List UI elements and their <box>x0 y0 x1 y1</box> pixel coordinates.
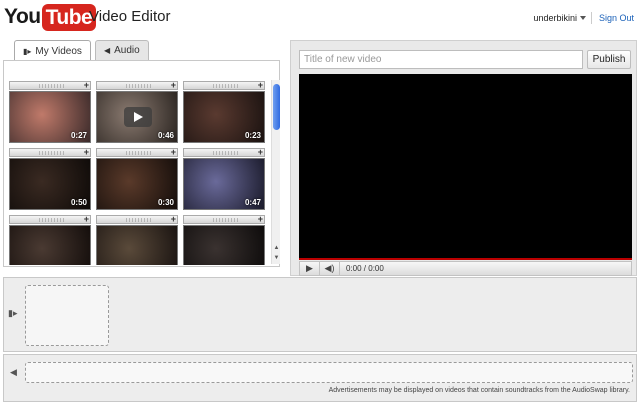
grip-icon <box>125 84 151 88</box>
grip-icon <box>38 151 64 155</box>
media-tabs: ▮▸ My Videos ◀ Audio <box>14 40 153 61</box>
drag-handle[interactable]: + <box>96 214 178 224</box>
video-thumbnail[interactable]: + <box>96 214 178 265</box>
drag-handle[interactable]: + <box>96 80 178 90</box>
add-to-timeline-icon[interactable]: + <box>171 147 176 157</box>
playback-time: 0:00 / 0:00 <box>346 264 384 273</box>
drag-handle[interactable]: + <box>9 80 91 90</box>
video-timeline: ▮▸ <box>3 277 637 352</box>
grip-icon <box>125 151 151 155</box>
add-to-timeline-icon[interactable]: + <box>84 80 89 90</box>
video-thumbnail[interactable]: +0:46 <box>96 80 178 143</box>
page-title: Video Editor <box>89 8 171 25</box>
thumbnail-image[interactable] <box>9 225 91 265</box>
add-to-timeline-icon[interactable]: + <box>84 147 89 157</box>
video-thumbnail[interactable]: +0:23 <box>183 80 265 143</box>
volume-icon[interactable]: ◀) <box>320 262 340 275</box>
grip-icon <box>212 84 238 88</box>
video-title-input[interactable] <box>299 50 583 69</box>
thumbnail-duration: 0:47 <box>244 198 261 207</box>
sign-out-link[interactable]: Sign Out <box>599 13 634 23</box>
thumbnail-duration: 0:50 <box>70 198 87 207</box>
video-thumbnail[interactable]: + <box>183 214 265 265</box>
grip-icon <box>212 218 238 222</box>
video-thumbnail[interactable]: +0:50 <box>9 147 91 210</box>
thumbnail-image[interactable] <box>183 225 265 265</box>
user-menu: underbikini Sign Out <box>533 12 634 24</box>
tab-my-videos[interactable]: ▮▸ My Videos <box>14 40 91 61</box>
scroll-down-arrow-icon[interactable]: ▼ <box>273 255 280 263</box>
video-preview[interactable] <box>299 74 632 260</box>
grip-icon <box>212 151 238 155</box>
video-camera-icon: ▮▸ <box>23 46 32 56</box>
video-thumbnail[interactable]: + <box>9 214 91 265</box>
audio-timeline: ◀ Advertisements may be displayed on vid… <box>3 354 637 402</box>
my-videos-panel: +0:27 +0:46 +0:23 +0:50 +0:30 +0:47 + + + ▲ ▼ <box>3 60 280 267</box>
add-to-timeline-icon[interactable]: + <box>171 214 176 224</box>
video-drop-slot[interactable] <box>25 285 109 346</box>
thumbnail-image[interactable]: 0:50 <box>9 158 91 210</box>
thumbnail-duration: 0:27 <box>70 131 87 140</box>
scrollbar-thumb[interactable] <box>273 84 280 130</box>
youtube-logo[interactable]: You Tube <box>4 3 97 31</box>
drag-handle[interactable]: + <box>96 147 178 157</box>
grip-icon <box>125 218 151 222</box>
add-to-timeline-icon[interactable]: + <box>84 214 89 224</box>
drag-handle[interactable]: + <box>9 214 91 224</box>
divider <box>590 12 592 24</box>
scroll-up-arrow-icon[interactable]: ▲ <box>273 245 280 253</box>
play-overlay-icon[interactable] <box>124 107 152 127</box>
video-thumbnail[interactable]: +0:47 <box>183 147 265 210</box>
thumbnail-scrollbar[interactable]: ▲ ▼ <box>271 80 280 264</box>
drag-handle[interactable]: + <box>9 147 91 157</box>
username-link[interactable]: underbikini <box>533 13 577 23</box>
drag-handle[interactable]: + <box>183 214 265 224</box>
grip-icon <box>38 84 64 88</box>
chevron-down-icon[interactable] <box>579 16 586 20</box>
video-camera-icon: ▮▸ <box>8 308 18 318</box>
thumbnail-image[interactable]: 0:47 <box>183 158 265 210</box>
video-thumbnail[interactable]: +0:30 <box>96 147 178 210</box>
drag-handle[interactable]: + <box>183 147 265 157</box>
logo-you-text: You <box>4 5 41 28</box>
thumbnail-image[interactable]: 0:27 <box>9 91 91 143</box>
thumbnail-duration: 0:30 <box>157 198 174 207</box>
thumbnail-image[interactable] <box>96 225 178 265</box>
video-editor-page: You Tube Video Editor underbikini Sign O… <box>0 0 640 405</box>
thumbnail-duration: 0:46 <box>157 131 174 140</box>
play-icon[interactable]: ▶ <box>300 262 320 275</box>
speaker-icon: ◀ <box>10 367 17 377</box>
tab-audio[interactable]: ◀ Audio <box>94 40 149 60</box>
video-thumbnail[interactable]: +0:27 <box>9 80 91 143</box>
tab-label: My Videos <box>35 45 82 57</box>
drag-handle[interactable]: + <box>183 80 265 90</box>
add-to-timeline-icon[interactable]: + <box>258 214 263 224</box>
grip-icon <box>38 218 64 222</box>
add-to-timeline-icon[interactable]: + <box>258 80 263 90</box>
add-to-timeline-icon[interactable]: + <box>258 147 263 157</box>
thumbnail-image[interactable]: 0:23 <box>183 91 265 143</box>
tab-label: Audio <box>114 45 140 56</box>
advertisement-note: Advertisements may be displayed on video… <box>328 387 630 394</box>
player-controls: ▶ ◀) 0:00 / 0:00 <box>299 261 632 276</box>
header: You Tube Video Editor underbikini Sign O… <box>0 0 640 36</box>
speaker-icon: ◀ <box>103 46 111 55</box>
thumbnail-duration: 0:23 <box>244 131 261 140</box>
thumbnail-image[interactable]: 0:46 <box>96 91 178 143</box>
audio-drop-slot[interactable] <box>25 362 633 383</box>
thumbnail-image[interactable]: 0:30 <box>96 158 178 210</box>
add-to-timeline-icon[interactable]: + <box>171 80 176 90</box>
video-thumbnail-grid: +0:27 +0:46 +0:23 +0:50 +0:30 +0:47 + + + <box>6 79 268 265</box>
publish-button[interactable]: Publish <box>587 50 631 69</box>
preview-panel: Publish ▶ ◀) 0:00 / 0:00 <box>290 40 637 276</box>
